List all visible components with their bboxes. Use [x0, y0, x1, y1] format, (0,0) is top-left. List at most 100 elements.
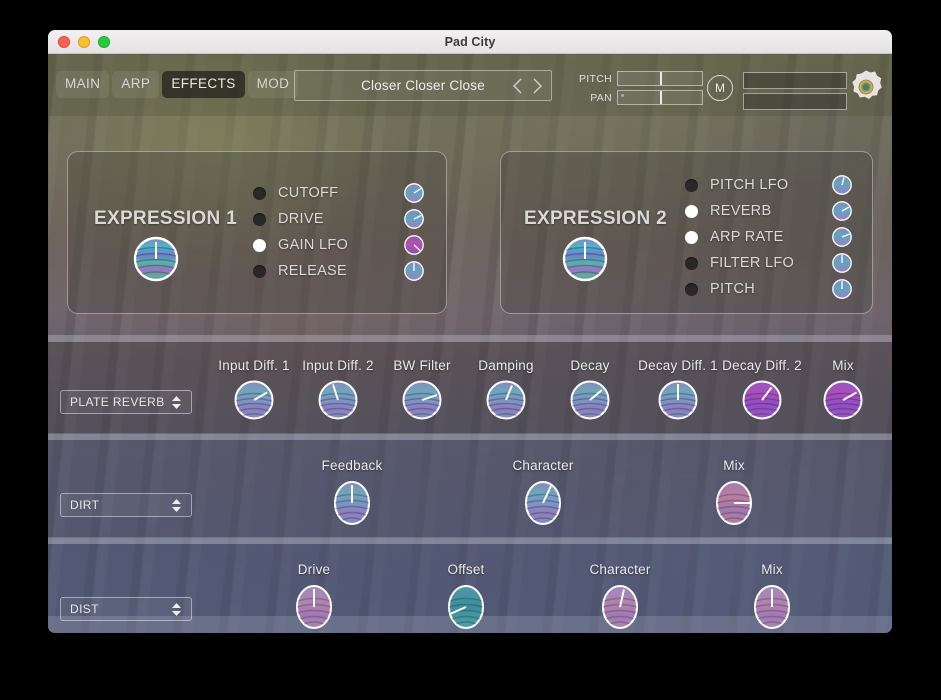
dirt-type-value: DIRT	[70, 498, 100, 512]
expression-2-row-pitch-lfo[interactable]: PITCH LFO	[685, 172, 853, 198]
knob-dist-drive[interactable]	[272, 583, 356, 631]
knob-input-diff-2[interactable]	[296, 379, 380, 421]
destination-label: PITCH	[710, 281, 755, 297]
led-on-icon[interactable]	[253, 238, 266, 252]
param-bw-filter: BW Filter	[380, 358, 464, 421]
led-on-icon[interactable]	[685, 230, 698, 244]
knob-dirt-character[interactable]	[501, 479, 585, 527]
destination-amount-knob[interactable]	[831, 252, 853, 274]
knob-reverb-mix[interactable]	[805, 379, 881, 421]
plugin-surface: MAIN ARP EFFECTS MOD Closer Closer Close	[48, 54, 892, 633]
pitch-label: PITCH	[579, 72, 612, 85]
section-divider	[48, 433, 892, 440]
pitch-control[interactable]: PITCH	[576, 71, 703, 86]
knob-dirt-mix[interactable]	[692, 479, 776, 527]
mono-button[interactable]: M	[707, 75, 733, 101]
destination-amount-knob[interactable]	[831, 226, 853, 248]
param-dist-drive: Drive	[272, 562, 356, 631]
expression-2-title: EXPRESSION 2	[524, 208, 667, 229]
destination-label: DRIVE	[278, 211, 324, 227]
led-off-icon[interactable]	[685, 256, 698, 270]
tab-effects[interactable]: EFFECTS	[162, 71, 245, 98]
pan-control[interactable]: PAN	[576, 90, 703, 105]
expression-1-row-drive[interactable]: DRIVE	[253, 206, 425, 232]
knob-decay-diff-1[interactable]	[632, 379, 724, 421]
stepper-icon[interactable]	[171, 498, 182, 513]
gear-icon[interactable]	[845, 66, 887, 108]
led-off-icon[interactable]	[253, 186, 266, 200]
knob-input-diff-1[interactable]	[212, 379, 296, 421]
param-decay-diff-2: Decay Diff. 2	[716, 358, 808, 421]
knob-decay-diff-2[interactable]	[716, 379, 808, 421]
expression-2-row-pitch[interactable]: PITCH	[685, 276, 853, 302]
pan-slider[interactable]	[617, 90, 703, 105]
destination-amount-knob[interactable]	[831, 200, 853, 222]
effect-slot-dist: DIST Drive Offset Character Mix	[48, 544, 892, 633]
dist-type-select[interactable]: DIST	[60, 597, 192, 621]
stepper-icon[interactable]	[171, 395, 182, 410]
led-off-icon[interactable]	[685, 282, 698, 296]
tab-arp[interactable]: ARP	[112, 71, 160, 98]
led-off-icon[interactable]	[685, 178, 698, 192]
expression-2-panel: EXPRESSION 2 PITCH LFO REVERB ARP RATE F…	[500, 151, 873, 314]
expression-1-row-cutoff[interactable]: CUTOFF	[253, 180, 425, 206]
knob-dirt-feedback[interactable]	[310, 479, 394, 527]
knob-bw-filter[interactable]	[380, 379, 464, 421]
preset-name: Closer Closer Close	[361, 78, 485, 93]
expression-2-macro-knob[interactable]	[561, 235, 609, 283]
chevron-right-icon[interactable]	[528, 76, 543, 96]
preset-nav-arrows[interactable]	[512, 76, 543, 96]
expression-1-row-gain-lfo[interactable]: GAIN LFO	[253, 232, 425, 258]
destination-label: REVERB	[710, 203, 772, 219]
expression-1-macro-knob[interactable]	[132, 235, 180, 283]
window-titlebar: Pad City	[48, 30, 892, 54]
knob-dist-mix[interactable]	[730, 583, 814, 631]
destination-amount-knob[interactable]	[831, 278, 853, 300]
effect-slot-reverb: PLATE REVERB Input Diff. 1 Input Diff. 2…	[48, 342, 892, 434]
destination-amount-knob[interactable]	[403, 208, 425, 230]
destination-amount-knob[interactable]	[403, 234, 425, 256]
destination-label: CUTOFF	[278, 185, 339, 201]
param-decay: Decay	[548, 358, 632, 421]
led-off-icon[interactable]	[253, 264, 266, 278]
knob-dist-offset[interactable]	[424, 583, 508, 631]
param-reverb-mix: Mix	[805, 358, 881, 421]
preset-selector[interactable]: Closer Closer Close	[294, 70, 552, 101]
param-input-diff-1: Input Diff. 1	[212, 358, 296, 421]
stepper-icon[interactable]	[171, 602, 182, 617]
destination-amount-knob[interactable]	[403, 260, 425, 282]
expression-1-row-release[interactable]: RELEASE	[253, 258, 425, 284]
knob-dist-character[interactable]	[578, 583, 662, 631]
tab-bar: MAIN ARP EFFECTS MOD	[56, 71, 299, 98]
pan-label: PAN	[590, 91, 612, 104]
destination-label: RELEASE	[278, 263, 347, 279]
effect-slot-dirt: DIRT Feedback Character Mix	[48, 440, 892, 538]
param-dirt-feedback: Feedback	[310, 458, 394, 527]
chevron-left-icon[interactable]	[512, 76, 527, 96]
dirt-type-select[interactable]: DIRT	[60, 493, 192, 517]
output-meters	[743, 72, 847, 114]
dist-type-value: DIST	[70, 602, 99, 616]
destination-amount-knob[interactable]	[403, 182, 425, 204]
destination-label: FILTER LFO	[710, 255, 795, 271]
knob-damping[interactable]	[464, 379, 548, 421]
expression-2-row-reverb[interactable]: REVERB	[685, 198, 853, 224]
knob-decay[interactable]	[548, 379, 632, 421]
expression-2-row-filter-lfo[interactable]: FILTER LFO	[685, 250, 853, 276]
expression-2-row-arp-rate[interactable]: ARP RATE	[685, 224, 853, 250]
param-dist-mix: Mix	[730, 562, 814, 631]
param-damping: Damping	[464, 358, 548, 421]
pitch-slider[interactable]	[617, 71, 703, 86]
tab-main[interactable]: MAIN	[56, 71, 110, 98]
meter-right	[743, 93, 847, 110]
destination-label: ARP RATE	[710, 229, 784, 245]
led-on-icon[interactable]	[685, 204, 698, 218]
toolbar: MAIN ARP EFFECTS MOD Closer Closer Close	[48, 54, 892, 116]
destination-label: GAIN LFO	[278, 237, 349, 253]
reverb-type-select[interactable]: PLATE REVERB	[60, 390, 192, 414]
destination-amount-knob[interactable]	[831, 174, 853, 196]
param-dist-offset: Offset	[424, 562, 508, 631]
param-input-diff-2: Input Diff. 2	[296, 358, 380, 421]
tab-mod[interactable]: MOD	[247, 71, 299, 98]
led-off-icon[interactable]	[253, 212, 266, 226]
